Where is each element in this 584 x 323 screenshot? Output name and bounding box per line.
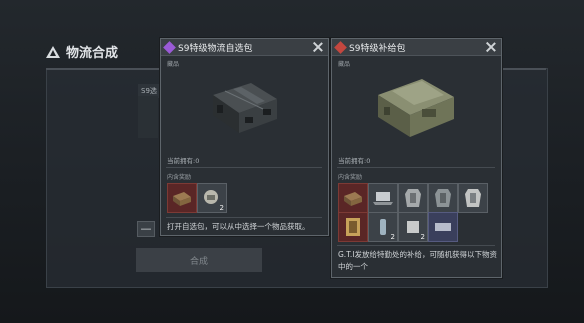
reward-slot[interactable] <box>167 183 197 213</box>
armor-item-icon <box>435 189 451 207</box>
black-crate-image <box>213 83 277 133</box>
armor-item-icon <box>465 189 481 207</box>
gear-item-icon <box>435 223 451 231</box>
contents-label: 内含奖励 <box>167 174 192 181</box>
card-title: S9特级物流自选包 <box>178 43 253 54</box>
crate-item-icon <box>344 192 362 206</box>
item-description: G.T.I发放给特勤处的补给，可随机获得以下物资中的一个 <box>338 250 497 271</box>
reward-slot[interactable] <box>338 183 368 213</box>
reward-slot[interactable] <box>428 212 458 242</box>
rarity-purple-icon <box>163 40 176 54</box>
page-title: 物流合成 <box>66 46 119 61</box>
divider <box>166 217 322 218</box>
card-title: S9特级补给包 <box>349 43 406 54</box>
armor-item-icon <box>405 189 421 207</box>
green-crate-image <box>378 79 454 137</box>
reward-slot[interactable]: 2 <box>398 212 428 242</box>
laptop-item-icon <box>373 192 393 205</box>
category-tag: 藏品 <box>338 61 351 68</box>
item-tooltip-supply-pack: S9特级补给包 藏品 当前拥有:0 内含奖励 2 2 G.T.I发放给特勤处的补… <box>331 38 502 278</box>
warning-triangle-icon <box>46 45 60 58</box>
contents-label: 内含奖励 <box>338 174 363 181</box>
synthesize-button[interactable]: 合成 <box>136 248 262 272</box>
reward-slot[interactable] <box>398 183 428 213</box>
page-header: 物流合成 <box>46 42 118 61</box>
divider <box>337 245 495 246</box>
reward-slot[interactable] <box>428 183 458 213</box>
reward-slot[interactable]: 2 <box>368 212 398 242</box>
reward-slot[interactable] <box>368 183 398 213</box>
reward-slot[interactable] <box>338 212 368 242</box>
owned-count: 当前拥有:0 <box>338 157 371 165</box>
close-icon[interactable] <box>312 41 324 53</box>
divider <box>166 167 322 168</box>
rarity-red-icon <box>334 40 347 54</box>
card-title-bar: S9特级物流自选包 <box>161 39 328 56</box>
owned-count: 当前拥有:0 <box>167 157 200 165</box>
category-tag: 藏品 <box>167 61 180 68</box>
frame-item-icon <box>346 218 360 236</box>
crate-item-icon <box>173 192 191 206</box>
reward-slot[interactable] <box>458 183 488 213</box>
minus-button[interactable]: — <box>137 221 155 237</box>
card-title-bar: S9特级补给包 <box>332 39 501 56</box>
item-description: 打开自选包，可以从中选择一个物品获取。 <box>167 222 310 231</box>
bg-item-box <box>138 96 158 138</box>
close-icon[interactable] <box>485 41 497 53</box>
divider <box>337 167 495 168</box>
reward-slot[interactable]: 2 <box>197 183 227 213</box>
item-tooltip-select-pack: S9特级物流自选包 藏品 当前拥有:0 内含奖励 2 打开自选包，可以从中选择一… <box>160 38 329 236</box>
